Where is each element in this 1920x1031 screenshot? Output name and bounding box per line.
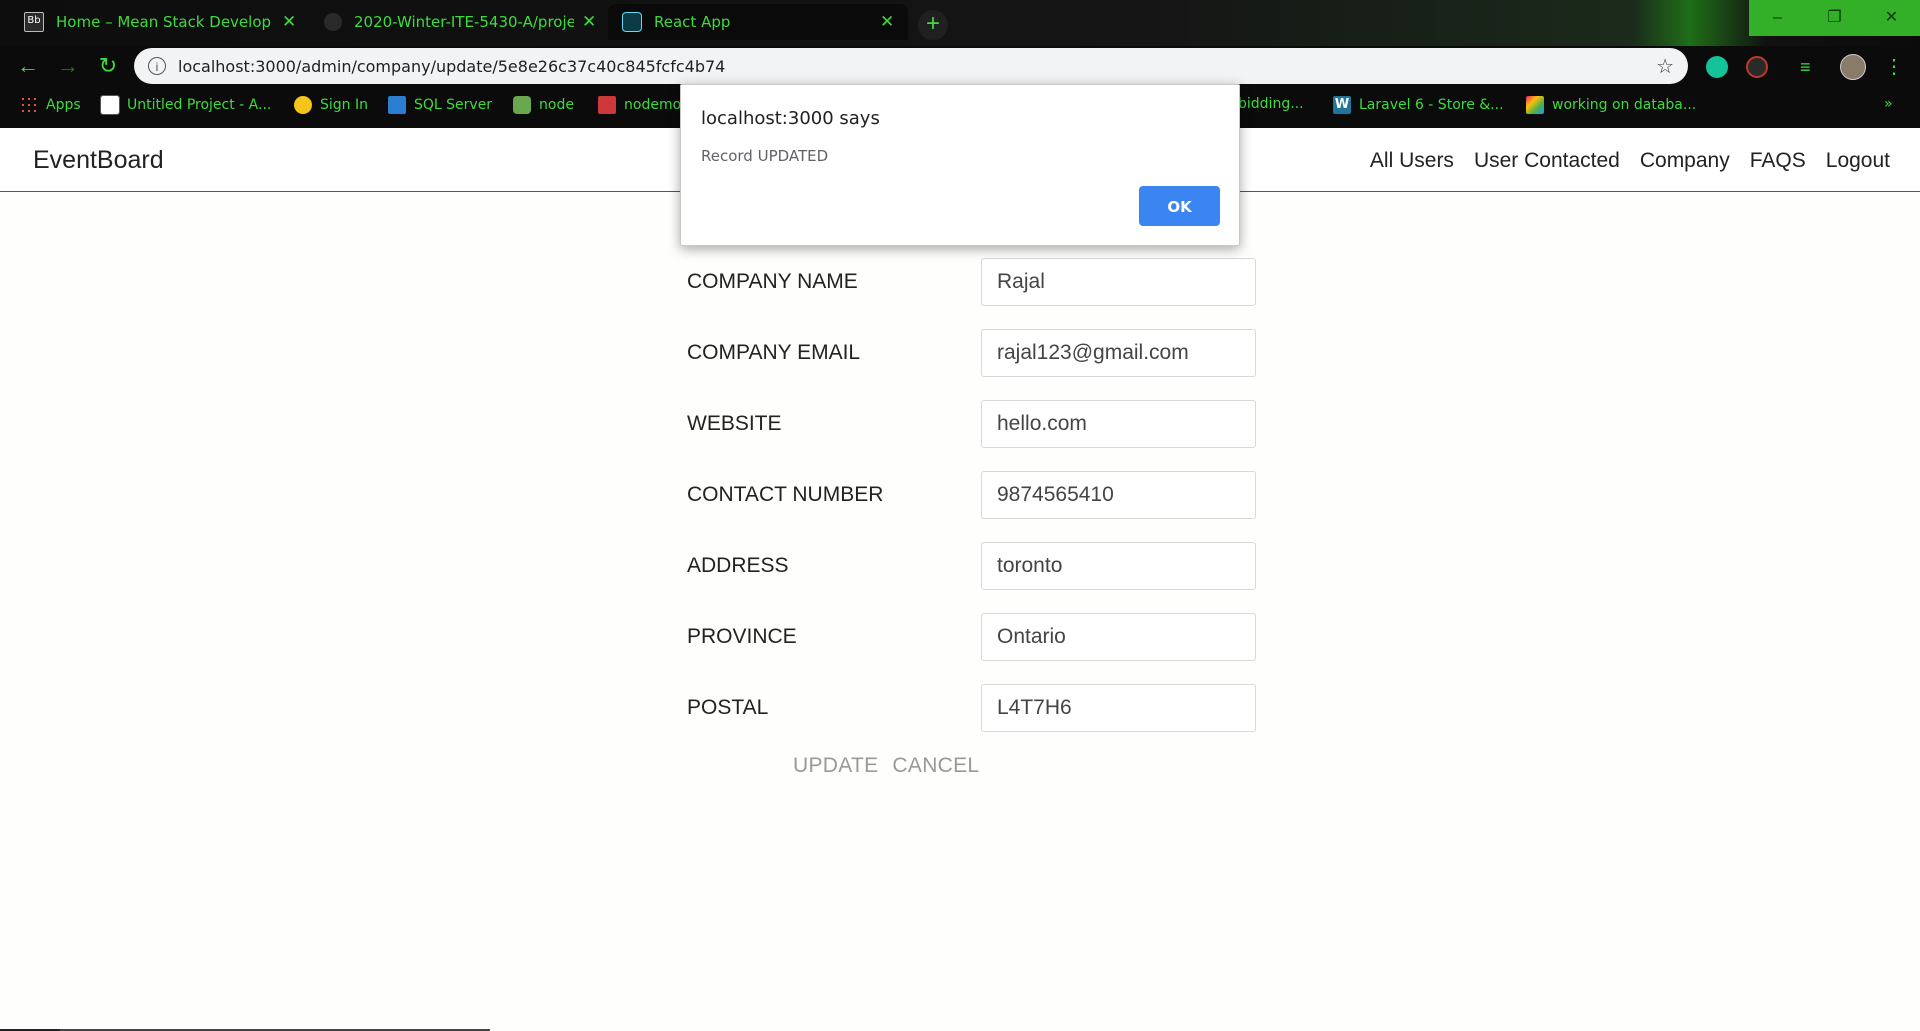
bookmark-untitled-project[interactable]: Untitled Project - A... xyxy=(100,95,272,115)
company-email-label: COMPANY EMAIL xyxy=(687,341,861,364)
tab-mean-stack[interactable]: Bb Home – Mean Stack Developmen ✕ xyxy=(24,4,299,40)
extension-icon[interactable] xyxy=(1746,56,1768,78)
bookmark-label: SQL Server xyxy=(414,97,493,113)
tab-title: Home – Mean Stack Developmen xyxy=(56,13,272,31)
province-row: PROVINCE xyxy=(687,613,1257,661)
website-label: WEBSITE xyxy=(687,412,782,435)
bookmark-label: Laravel 6 - Store &... xyxy=(1359,97,1504,113)
close-tab-icon[interactable]: ✕ xyxy=(282,12,296,32)
forward-icon[interactable]: → xyxy=(54,52,82,80)
nav-links: All Users User Contacted Company FAQS Lo… xyxy=(1370,149,1890,173)
update-button[interactable]: UPDATE xyxy=(793,754,878,778)
brand-logo[interactable]: EventBoard xyxy=(33,146,164,175)
contact-number-input[interactable] xyxy=(981,471,1256,519)
dialog-message: Record UPDATED xyxy=(701,147,829,165)
restore-button[interactable]: ❐ xyxy=(1806,0,1863,36)
ok-button[interactable]: OK xyxy=(1139,186,1220,226)
bookmark-label: node xyxy=(539,97,574,113)
bookmark-label: working on databa... xyxy=(1552,97,1697,113)
sign-in-icon xyxy=(294,96,312,114)
address-bar[interactable]: i localhost:3000/admin/company/update/5e… xyxy=(134,48,1688,84)
close-tab-icon[interactable]: ✕ xyxy=(880,12,894,32)
reload-icon[interactable]: ↻ xyxy=(94,52,122,80)
contact-number-label: CONTACT NUMBER xyxy=(687,483,884,506)
bookmark-sql-server[interactable]: SQL Server xyxy=(388,96,492,114)
province-label: PROVINCE xyxy=(687,625,797,648)
bookmarks-overflow-icon[interactable]: » xyxy=(1884,96,1893,112)
close-window-button[interactable]: ✕ xyxy=(1863,0,1920,36)
nav-link-faqs[interactable]: FAQS xyxy=(1750,149,1806,173)
dialog-title: localhost:3000 says xyxy=(701,108,880,129)
bookmark-apps[interactable]: Apps xyxy=(20,96,81,114)
form-actions: UPDATE CANCEL xyxy=(793,754,979,778)
website-row: WEBSITE xyxy=(687,400,1257,448)
reading-list-icon[interactable]: ≡ xyxy=(1800,56,1822,78)
bookmark-label: Apps xyxy=(46,97,81,113)
back-icon[interactable]: ← xyxy=(14,52,42,80)
bookmark-star-icon[interactable]: ☆ xyxy=(1656,54,1674,79)
browser-tab-strip: Bb Home – Mean Stack Developmen ✕ 2020-W… xyxy=(0,0,1920,46)
company-name-label: COMPANY NAME xyxy=(687,270,858,293)
nav-link-logout[interactable]: Logout xyxy=(1826,149,1890,173)
postal-label: POSTAL xyxy=(687,696,769,719)
nav-link-all-users[interactable]: All Users xyxy=(1370,149,1454,173)
website-input[interactable] xyxy=(981,400,1256,448)
bookmark-laravel[interactable]: W Laravel 6 - Store &... xyxy=(1333,96,1504,114)
tab-title: 2020-Winter-ITE-5430-A/project xyxy=(354,13,574,31)
nav-link-user-contacted[interactable]: User Contacted xyxy=(1474,149,1620,173)
bookmark-bidding[interactable]: bidding... xyxy=(1238,96,1304,112)
nav-link-company[interactable]: Company xyxy=(1640,149,1730,173)
github-icon xyxy=(324,13,342,31)
tab-react-app[interactable]: React App ✕ xyxy=(608,4,908,40)
word-w-icon: W xyxy=(1333,96,1351,114)
apps-grid-icon xyxy=(20,96,38,114)
minimize-button[interactable]: – xyxy=(1749,0,1806,36)
postal-row: POSTAL xyxy=(687,684,1257,732)
sql-server-icon xyxy=(388,96,406,114)
grammarly-icon[interactable] xyxy=(1706,56,1728,78)
menu-kebab-icon[interactable]: ⋮ xyxy=(1884,56,1906,78)
address-row: ADDRESS xyxy=(687,542,1257,590)
province-input[interactable] xyxy=(981,613,1256,661)
grid-app-icon xyxy=(100,95,120,115)
address-input[interactable] xyxy=(981,542,1256,590)
colorful-app-icon xyxy=(1526,96,1544,114)
avatar[interactable] xyxy=(1840,54,1866,80)
blackboard-icon: Bb xyxy=(24,12,44,32)
npm-icon xyxy=(598,96,616,114)
contact-number-row: CONTACT NUMBER xyxy=(687,471,1257,519)
browser-toolbar: ← → ↻ i localhost:3000/admin/company/upd… xyxy=(0,46,1920,86)
address-label: ADDRESS xyxy=(687,554,789,577)
bookmark-label: nodemo xyxy=(624,97,682,113)
bookmark-sign-in[interactable]: Sign In xyxy=(294,96,368,114)
react-icon xyxy=(622,12,642,32)
company-email-input[interactable] xyxy=(981,329,1256,377)
company-email-row: COMPANY EMAIL xyxy=(687,329,1257,377)
nodejs-icon xyxy=(513,96,531,114)
company-name-row: COMPANY NAME xyxy=(687,258,1257,306)
tab-github[interactable]: 2020-Winter-ITE-5430-A/project ✕ xyxy=(324,4,599,40)
url-text[interactable]: localhost:3000/admin/company/update/5e8e… xyxy=(178,57,725,76)
new-tab-button[interactable]: + xyxy=(918,10,948,40)
bookmark-label: Untitled Project - A... xyxy=(127,97,272,113)
bookmark-label: bidding... xyxy=(1238,96,1304,112)
bookmark-node[interactable]: node xyxy=(513,96,574,114)
cancel-button[interactable]: CANCEL xyxy=(892,754,979,778)
company-name-input[interactable] xyxy=(981,258,1256,306)
bookmark-working-on-database[interactable]: working on databa... xyxy=(1526,96,1696,114)
alert-dialog: localhost:3000 says Record UPDATED OK xyxy=(680,84,1240,246)
close-tab-icon[interactable]: ✕ xyxy=(582,12,596,32)
bookmark-label: Sign In xyxy=(320,97,368,113)
postal-input[interactable] xyxy=(981,684,1256,732)
bookmark-nodemon[interactable]: nodemo xyxy=(598,96,681,114)
tab-title: React App xyxy=(654,13,731,31)
site-info-icon[interactable]: i xyxy=(148,57,166,75)
